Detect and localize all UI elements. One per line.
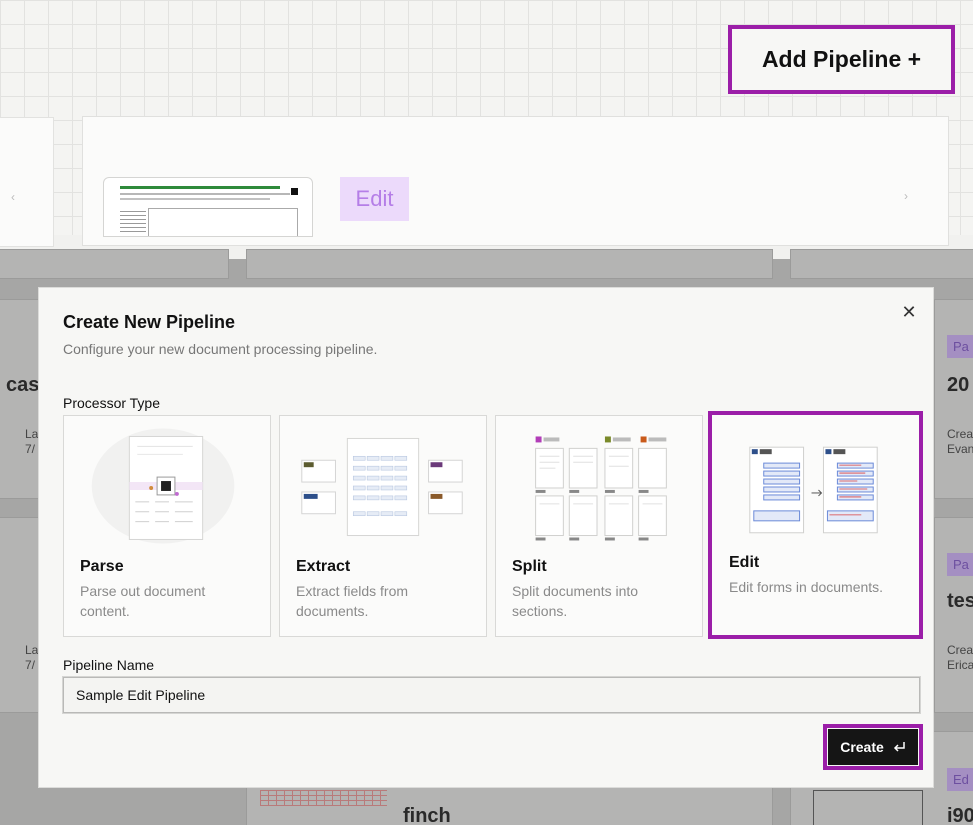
parse-illustration [91,428,235,544]
processor-name: Split [512,558,547,575]
processor-description: Split documents into sections. [512,583,639,619]
create-button[interactable]: Create [828,729,918,765]
edit-illustration [749,446,878,534]
pipeline-type-badge: Ed [947,768,973,791]
processor-option-parse[interactable]: Parse Parse out document content. [63,415,271,637]
pipeline-type-badge: Edit [340,177,409,221]
processor-type-label: Processor Type [63,395,161,411]
pipeline-type-badge: Pa [947,335,973,358]
extract-illustration [301,437,463,537]
create-button-highlight: Create [823,724,923,770]
split-illustration [535,436,667,541]
pipeline-meta-value: 7/ [25,658,36,672]
pipeline-card [246,249,773,279]
chevron-icon: ‹ [11,190,15,204]
pipeline-meta-label: La [25,643,39,657]
pipeline-type-badge: Pa [947,553,973,576]
pipeline-meta-label: Crea [947,643,973,657]
chevron-icon: › [904,189,908,203]
pipeline-card [0,299,39,499]
pipeline-card-partial[interactable]: ‹ [0,117,54,247]
processor-name: Extract [296,558,351,575]
create-button-label: Create [840,739,884,755]
processor-option-edit[interactable]: Edit Edit forms in documents. [708,411,923,639]
pipeline-name: cas [6,374,40,396]
processor-description: Edit forms in documents. [729,579,884,595]
pipeline-meta-value: 7/ [25,442,36,456]
create-pipeline-dialog: Create New Pipeline Configure your new d… [38,287,934,788]
pipeline-meta-label: Crea [947,427,973,441]
pipeline-name-input[interactable] [62,676,921,714]
processor-name: Parse [80,558,124,575]
pipeline-name: i90 [947,805,973,825]
enter-icon [893,742,905,752]
processor-description: Parse out document content. [80,583,206,619]
pipeline-card [934,299,973,499]
processor-description: Extract fields from documents. [296,583,409,619]
pipeline-card [790,249,973,279]
close-icon[interactable]: ✕ [901,302,917,322]
pipeline-card[interactable]: Edit › [82,116,949,246]
pipeline-meta-label: La [25,427,39,441]
pipeline-name: 20 [947,374,970,396]
pipeline-name: tes [947,590,973,612]
processor-option-extract[interactable]: Extract Extract fields from documents. [279,415,487,637]
processor-option-split[interactable]: Split Split documents into sections. [495,415,703,637]
add-pipeline-button[interactable]: Add Pipeline + [728,25,955,94]
document-thumbnail [103,177,313,237]
pipeline-card [0,249,229,279]
pipeline-card [0,517,39,713]
pipeline-meta-value: Erica [947,658,973,672]
pipeline-meta-value: Evan [947,442,973,456]
pipeline-name: finch [403,805,451,825]
pipeline-name-label: Pipeline Name [63,657,155,673]
dialog-title: Create New Pipeline [63,312,236,332]
pipeline-card [934,517,973,713]
processor-name: Edit [729,554,760,571]
dialog-subtitle: Configure your new document processing p… [63,341,378,357]
